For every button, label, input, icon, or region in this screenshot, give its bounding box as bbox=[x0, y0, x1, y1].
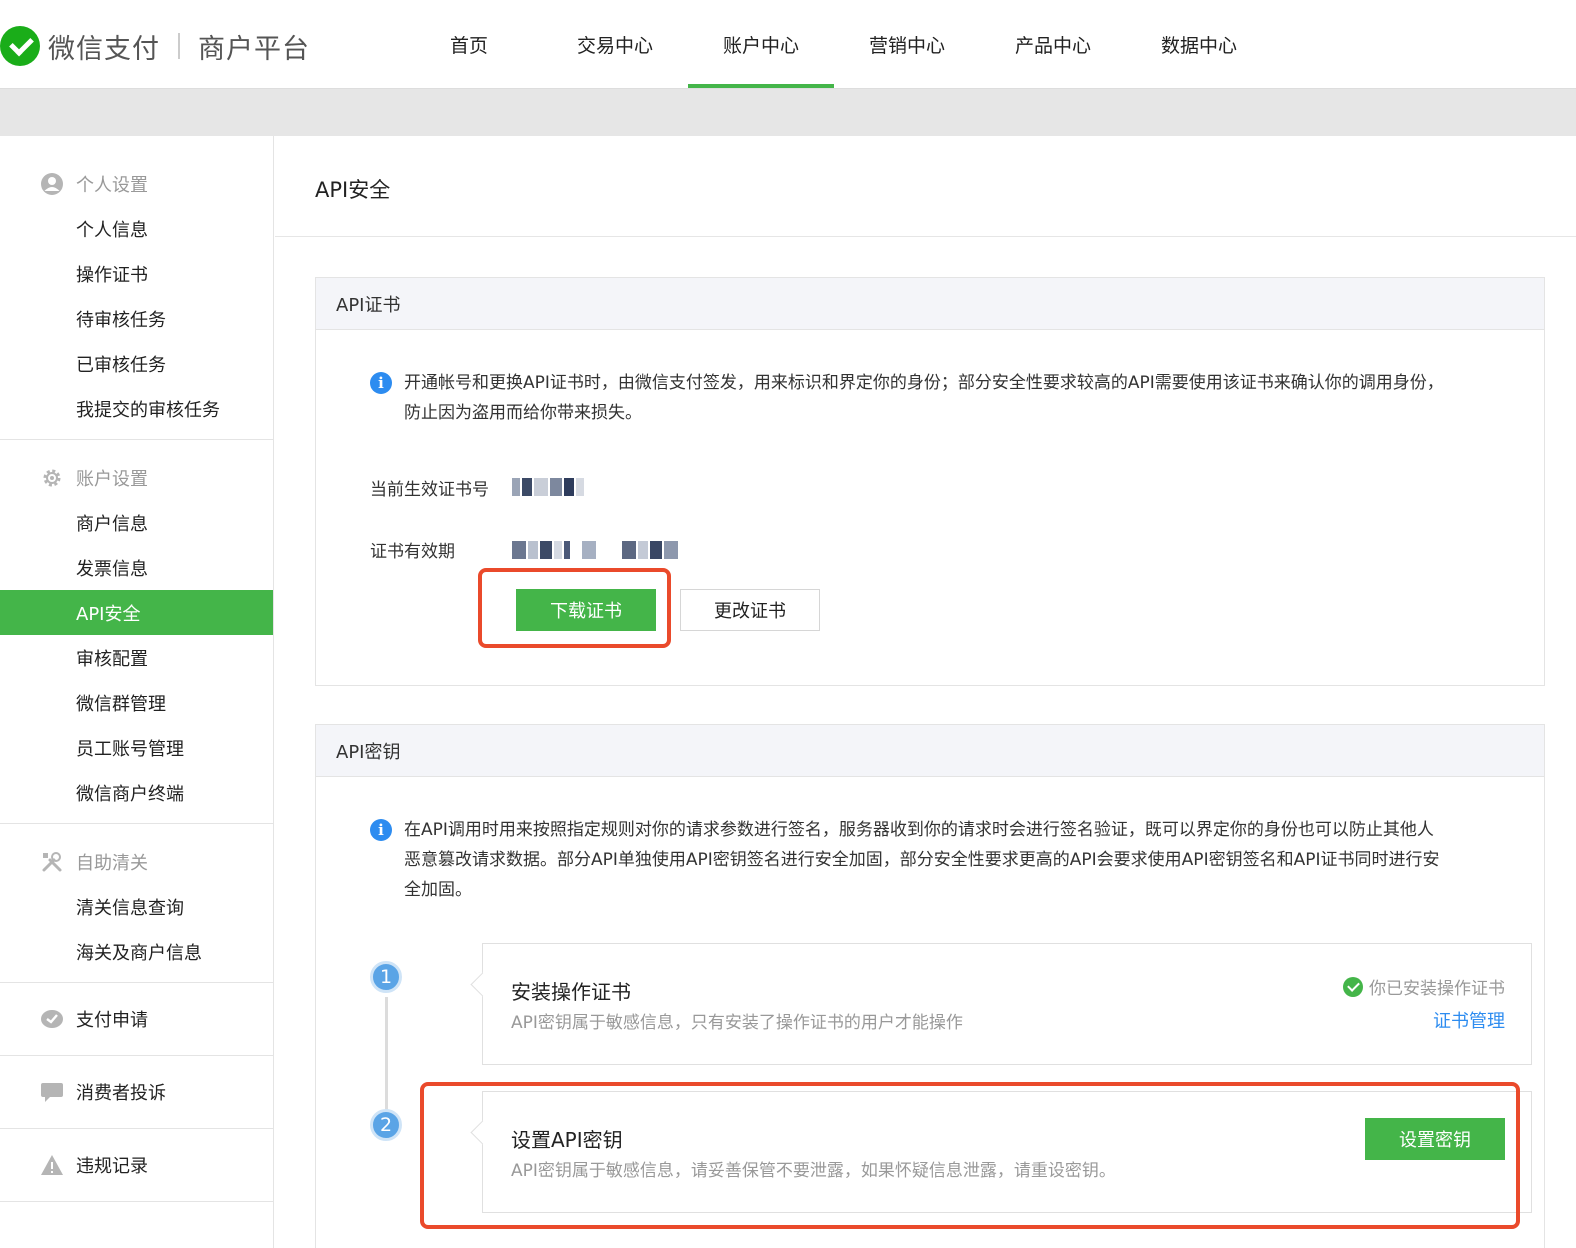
sidebar-item-operation-cert[interactable]: 操作证书 bbox=[0, 251, 273, 296]
user-icon bbox=[40, 172, 64, 196]
cert-installed-status: 你已安装操作证书 bbox=[1343, 974, 1505, 999]
step-description: API密钥属于敏感信息，只有安装了操作证书的用户才能操作 bbox=[511, 1013, 963, 1033]
sidebar-section-violations[interactable]: 违规记录 bbox=[0, 1129, 273, 1202]
sidebar-group-account: 账户设置 商户信息 发票信息 API安全 审核配置 微信群管理 员工账号管理 微… bbox=[0, 440, 273, 824]
step-connector-line bbox=[385, 997, 388, 1117]
api-key-card-title: API密钥 bbox=[316, 725, 1544, 777]
info-line: 在API调用时用来按照指定规则对你的请求参数进行签名，服务器收到你的请求时会进行… bbox=[404, 820, 1434, 840]
wechat-pay-logo-icon bbox=[0, 26, 40, 66]
title-divider bbox=[275, 236, 1576, 237]
sidebar-group-label: 账户设置 bbox=[76, 469, 148, 490]
api-cert-info-text: 开通帐号和更换API证书时，由微信支付签发，用来标识和界定你的身份；部分安全性要… bbox=[404, 368, 1444, 428]
nav-data[interactable]: 数据中心 bbox=[1126, 0, 1272, 88]
sidebar-group-customs: 自助清关 清关信息查询 海关及商户信息 bbox=[0, 824, 273, 983]
info-line: 开通帐号和更换API证书时，由微信支付签发，用来标识和界定你的身份；部分安全性要… bbox=[404, 373, 1444, 393]
validity-label: 证书有效期 bbox=[370, 542, 455, 562]
nav-marketing[interactable]: 营销中心 bbox=[834, 0, 980, 88]
nav-account[interactable]: 账户中心 bbox=[688, 0, 834, 88]
current-cert-label: 当前生效证书号 bbox=[370, 480, 489, 500]
sidebar-item-personal-info[interactable]: 个人信息 bbox=[0, 206, 273, 251]
sidebar-group-label: 自助清关 bbox=[76, 853, 148, 874]
check-circle-icon bbox=[1343, 976, 1363, 997]
nav-products[interactable]: 产品中心 bbox=[980, 0, 1126, 88]
step-install-cert: 安装操作证书 API密钥属于敏感信息，只有安装了操作证书的用户才能操作 你已安装… bbox=[482, 943, 1532, 1065]
sidebar-section-label: 违规记录 bbox=[76, 1156, 148, 1177]
step-number-1: 1 bbox=[370, 961, 402, 993]
brand-logo[interactable]: 微信支付 商户平台 bbox=[0, 24, 310, 68]
highlight-box-set-key bbox=[420, 1082, 1520, 1229]
info-line: 全加固。 bbox=[404, 880, 472, 900]
sidebar-group-title: 账户设置 bbox=[0, 456, 273, 500]
gear-icon bbox=[40, 466, 64, 490]
nav-home[interactable]: 首页 bbox=[396, 0, 542, 88]
info-icon: i bbox=[370, 372, 392, 394]
sidebar-item-api-security[interactable]: API安全 bbox=[0, 590, 273, 635]
brand-name: 微信支付 bbox=[48, 33, 160, 65]
main-content: API安全 API证书 i 开通帐号和更换API证书时，由微信支付签发，用来标识… bbox=[275, 136, 1576, 1248]
warning-icon bbox=[40, 1153, 64, 1177]
sidebar-item-wechat-group[interactable]: 微信群管理 bbox=[0, 680, 273, 725]
sidebar-section-payment-apply[interactable]: 支付申请 bbox=[0, 983, 273, 1056]
sidebar-group-label: 个人设置 bbox=[76, 175, 148, 196]
info-line: 防止因为盗用而给你带来损失。 bbox=[404, 403, 642, 423]
sidebar-item-customs-query[interactable]: 清关信息查询 bbox=[0, 884, 273, 929]
sidebar-section-title: 消费者投诉 bbox=[0, 1070, 273, 1114]
step-title: 安装操作证书 bbox=[511, 980, 631, 1004]
validity-value-redacted bbox=[512, 541, 678, 559]
sidebar-section-title: 违规记录 bbox=[0, 1143, 273, 1187]
sidebar-item-invoice-info[interactable]: 发票信息 bbox=[0, 545, 273, 590]
sidebar-group-title: 自助清关 bbox=[0, 840, 273, 884]
current-cert-value-redacted bbox=[512, 478, 584, 496]
sidebar-section-label: 消费者投诉 bbox=[76, 1083, 166, 1104]
main-nav: 首页 交易中心 账户中心 营销中心 产品中心 数据中心 bbox=[396, 0, 1272, 88]
sub-header-bar bbox=[0, 88, 1576, 136]
step-number-2: 2 bbox=[370, 1109, 402, 1141]
sidebar-section-complaints[interactable]: 消费者投诉 bbox=[0, 1056, 273, 1129]
sidebar-group-title: 个人设置 bbox=[0, 162, 273, 206]
api-key-info-text: 在API调用时用来按照指定规则对你的请求参数进行签名，服务器收到你的请求时会进行… bbox=[404, 815, 1439, 905]
api-cert-card-title: API证书 bbox=[316, 278, 1544, 330]
info-icon: i bbox=[370, 819, 392, 841]
cert-management-link[interactable]: 证书管理 bbox=[1433, 1007, 1505, 1033]
brand-divider bbox=[178, 33, 180, 59]
sidebar-group-personal: 个人设置 个人信息 操作证书 待审核任务 已审核任务 我提交的审核任务 bbox=[0, 136, 273, 440]
change-cert-button[interactable]: 更改证书 bbox=[680, 589, 820, 631]
api-cert-info: i 开通帐号和更换API证书时，由微信支付签发，用来标识和界定你的身份；部分安全… bbox=[370, 368, 1444, 428]
chat-icon bbox=[40, 1080, 64, 1104]
page-title: API安全 bbox=[315, 178, 391, 202]
sidebar-section-label: 支付申请 bbox=[76, 1010, 148, 1031]
api-key-info: i 在API调用时用来按照指定规则对你的请求参数进行签名，服务器收到你的请求时会… bbox=[370, 815, 1439, 905]
sidebar-item-merchant-info[interactable]: 商户信息 bbox=[0, 500, 273, 545]
sidebar-item-review-config[interactable]: 审核配置 bbox=[0, 635, 273, 680]
sidebar-item-customs-merchant[interactable]: 海关及商户信息 bbox=[0, 929, 273, 974]
tools-icon bbox=[40, 850, 64, 874]
sidebar-item-pending-tasks[interactable]: 待审核任务 bbox=[0, 296, 273, 341]
sidebar-item-submitted-tasks[interactable]: 我提交的审核任务 bbox=[0, 386, 273, 431]
nav-transactions[interactable]: 交易中心 bbox=[542, 0, 688, 88]
status-text: 你已安装操作证书 bbox=[1369, 979, 1505, 999]
highlight-box-download bbox=[478, 568, 671, 648]
brand-subtitle: 商户平台 bbox=[198, 33, 310, 65]
top-navigation-bar: 微信支付 商户平台 首页 交易中心 账户中心 营销中心 产品中心 数据中心 bbox=[0, 0, 1576, 88]
sidebar-item-staff-accounts[interactable]: 员工账号管理 bbox=[0, 725, 273, 770]
sidebar-item-merchant-terminal[interactable]: 微信商户终端 bbox=[0, 770, 273, 815]
info-line: 恶意篡改请求数据。部分API单独使用API密钥签名进行安全加固，部分安全性要求更… bbox=[404, 850, 1440, 870]
sidebar-section-title: 支付申请 bbox=[0, 997, 273, 1041]
sidebar-item-reviewed-tasks[interactable]: 已审核任务 bbox=[0, 341, 273, 386]
wechat-pay-icon bbox=[40, 1007, 64, 1031]
sidebar: 个人设置 个人信息 操作证书 待审核任务 已审核任务 我提交的审核任务 账户设置… bbox=[0, 136, 274, 1248]
